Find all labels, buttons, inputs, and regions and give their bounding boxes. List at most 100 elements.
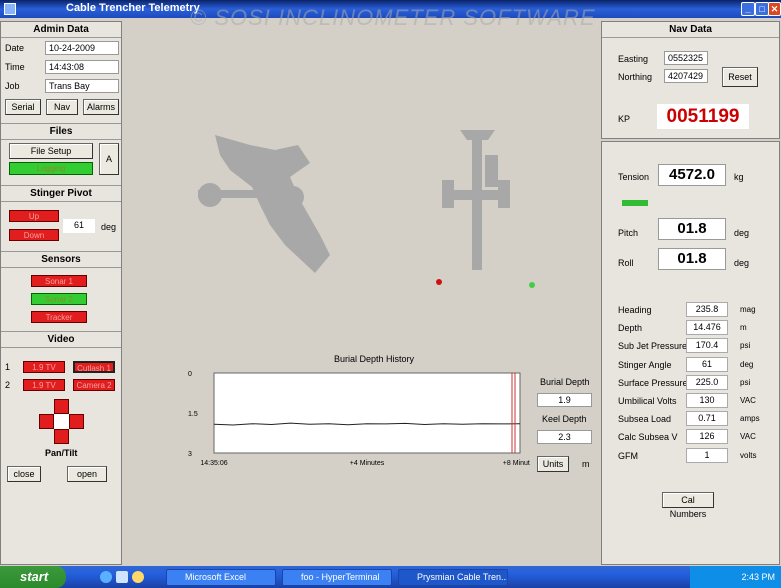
video-row1-number: 1	[5, 362, 11, 372]
sensors-header: Sensors	[1, 251, 121, 268]
pan-down-button[interactable]	[54, 429, 69, 444]
reading-label: GFM	[618, 450, 638, 461]
alarms-button[interactable]: Alarms	[83, 99, 119, 115]
roll-label: Roll	[618, 258, 634, 268]
close-window-button[interactable]: ✕	[768, 2, 781, 16]
tension-unit: kg	[734, 172, 744, 182]
time-field[interactable]: 14:43:08	[45, 60, 119, 74]
reading-label: Heading	[618, 305, 652, 315]
taskbar-hyperterminal[interactable]: foo - HyperTerminal	[282, 569, 392, 586]
reading-unit: amps	[740, 414, 760, 424]
units-button[interactable]: Units	[537, 456, 569, 472]
start-button[interactable]: start	[0, 566, 66, 588]
serial-button[interactable]: Serial	[5, 99, 41, 115]
video-open-button[interactable]: open	[67, 466, 107, 482]
reading-value: 14.476	[686, 320, 728, 336]
a-button[interactable]: A	[99, 143, 119, 175]
reading-row: Surface Pressure 225.0 psi	[602, 374, 781, 391]
reading-row: Calc Subsea V 126 VAC	[602, 429, 781, 445]
reading-unit: mag	[740, 305, 756, 314]
tracker-button[interactable]: Tracker	[31, 311, 87, 323]
chart-y-tick: 0	[188, 371, 192, 378]
reading-label: Depth	[618, 323, 643, 334]
reading-value: 126	[686, 429, 728, 445]
sonar1-button[interactable]: Sonar 1	[31, 275, 87, 287]
clock: 2:43 PM	[741, 572, 775, 582]
reading-unit: VAC	[740, 396, 756, 405]
file-setup-button[interactable]: File Setup	[9, 143, 93, 159]
northing-field: 4207429	[664, 69, 708, 83]
trencher-rear-view	[442, 130, 510, 270]
reading-value: 235.8	[686, 302, 728, 317]
pan-left-button[interactable]	[39, 414, 54, 429]
pan-up-button[interactable]	[54, 399, 69, 414]
window-title: Cable Trencher Telemetry	[66, 2, 200, 14]
trencher-side-view	[198, 135, 330, 273]
easting-field: 0552325	[664, 51, 708, 65]
admin-header: Admin Data	[1, 22, 121, 38]
reading-label: Stinger Angle	[618, 359, 672, 370]
desktop-icon[interactable]	[116, 571, 128, 583]
job-label: Job	[5, 81, 20, 91]
taskbar-excel[interactable]: Microsoft Excel	[166, 569, 276, 586]
trencher-graphics	[198, 130, 535, 288]
time-label: Time	[5, 62, 25, 72]
stinger-up-button[interactable]: Up	[9, 210, 59, 222]
chart-x-tick: +4 Minutes	[350, 460, 385, 467]
roll-unit: deg	[734, 258, 750, 268]
reading-unit: deg	[740, 359, 754, 369]
video2-camera-button[interactable]: Camera 2	[73, 379, 115, 391]
ie-icon[interactable]	[100, 571, 112, 583]
reading-value: 130	[686, 393, 728, 408]
kp-label: KP	[618, 114, 631, 124]
reading-label: Umbilical Volts	[618, 396, 677, 406]
nav-button[interactable]: Nav	[46, 99, 78, 115]
pan-right-button[interactable]	[69, 414, 84, 429]
video-row2-number: 2	[5, 380, 11, 390]
reading-value: 1	[686, 447, 728, 463]
reading-value: 225.0	[686, 374, 728, 390]
burial-depth-chart: 0 1.5 3 14:35:06 +4 Minutes +8 Minutes	[188, 371, 530, 467]
maximize-button[interactable]: □	[755, 2, 769, 16]
northing-label: Northing	[618, 72, 653, 82]
left-panel: Admin Data Date 10-24-2009 Time 14:43:08…	[0, 21, 122, 565]
video1-camera-button[interactable]: Cutlash 1	[73, 361, 115, 373]
reading-value: 61	[686, 356, 728, 372]
nav-header: Nav Data	[602, 22, 779, 38]
minimize-button[interactable]: _	[741, 2, 755, 16]
reading-row: Umbilical Volts 130 VAC	[602, 393, 781, 409]
pantilt-label: Pan/Tilt	[45, 448, 78, 458]
kp-value: 0051199	[657, 104, 749, 129]
units-value: m	[582, 459, 590, 469]
reading-label: Surface Pressure	[618, 377, 688, 388]
date-field[interactable]: 10-24-2009	[45, 41, 119, 55]
taskbar-prysmian[interactable]: Prysmian Cable Tren...	[398, 569, 508, 586]
sonar2-button[interactable]: Sonar 2	[31, 293, 87, 305]
pitch-label: Pitch	[618, 228, 639, 238]
pitch-value: 01.8	[658, 218, 726, 240]
red-indicator-dot	[436, 279, 442, 285]
reading-value: 170.4	[686, 338, 728, 354]
pan-center	[54, 414, 69, 429]
logging-indicator[interactable]: Logging	[9, 162, 93, 175]
reset-button[interactable]: Reset	[722, 67, 758, 87]
video1-tv-button[interactable]: 1.9 TV	[23, 361, 65, 373]
nav-panel: Nav Data Easting 0552325 Northing 420742…	[601, 21, 780, 139]
reading-value: 0.71	[686, 411, 728, 427]
chart-plot-area	[213, 372, 521, 454]
chart-x-tick: 14:35:06	[200, 460, 227, 467]
keel-depth-label: Keel Depth	[542, 414, 587, 424]
video2-tv-button[interactable]: 1.9 TV	[23, 379, 65, 391]
media-icon[interactable]	[132, 571, 144, 583]
watermark: © SOSI INCLINOMETER SOFTWARE	[190, 5, 596, 30]
reading-unit: volts	[740, 450, 757, 460]
video-close-button[interactable]: close	[7, 466, 41, 482]
chart-y-tick: 1.5	[188, 411, 198, 418]
cal-numbers-button[interactable]: Cal Numbers	[662, 492, 714, 519]
job-field[interactable]: Trans Bay	[45, 79, 119, 93]
stinger-header: Stinger Pivot	[1, 185, 121, 202]
stinger-unit: deg	[101, 222, 117, 232]
stinger-down-button[interactable]: Down	[9, 229, 59, 241]
reading-row: Heading 235.8 mag	[602, 302, 781, 318]
roll-value: 01.8	[658, 248, 726, 270]
